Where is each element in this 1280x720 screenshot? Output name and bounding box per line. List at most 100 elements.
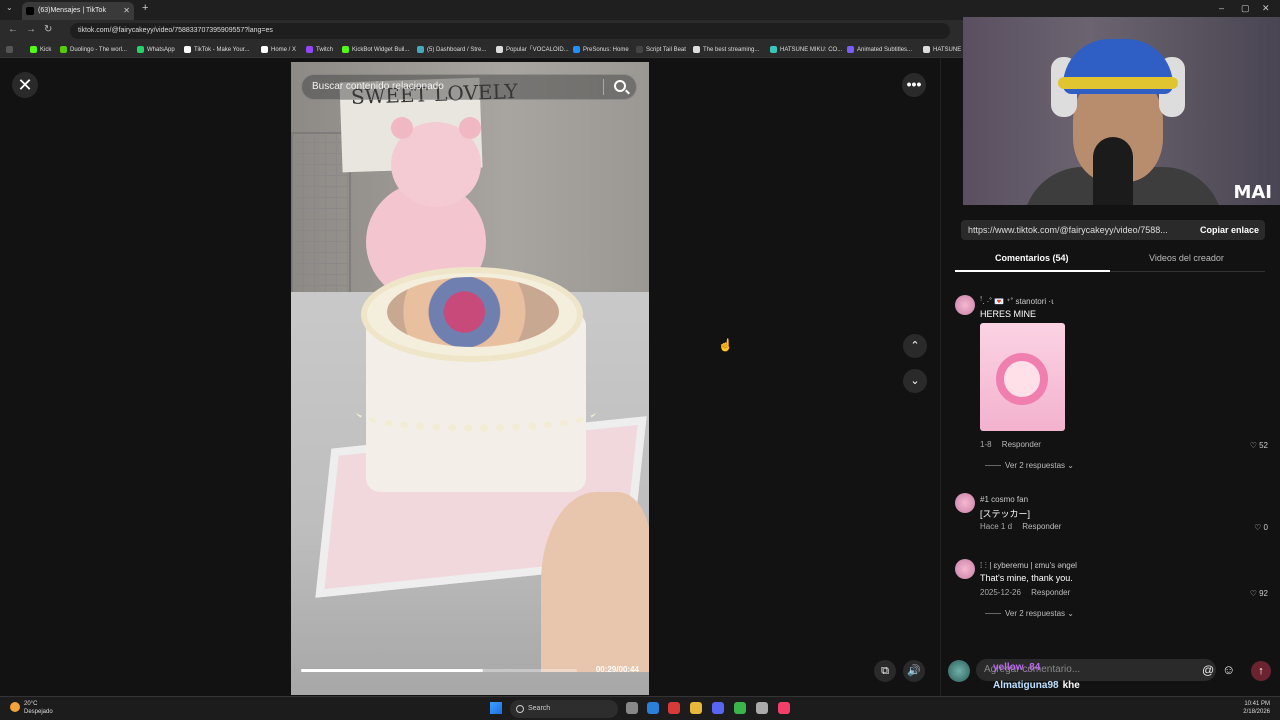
comment-username[interactable]: #1 cosmo fan: [980, 495, 1028, 504]
comment-username[interactable]: ⁞ ⵗ | ɛyberemu | ɛmu's ǝngel: [980, 561, 1077, 570]
reload-icon[interactable]: ↻: [44, 24, 52, 35]
webcam-overlay: MAI: [963, 17, 1280, 205]
close-window-icon[interactable]: ✕: [1262, 3, 1270, 14]
comment-meta: Hace 1 d Responder: [980, 522, 1061, 531]
search-icon[interactable]: [614, 80, 626, 92]
tab-search-icon[interactable]: ⌄: [6, 3, 13, 12]
stream-chat-text: khe: [1062, 680, 1080, 691]
bookmark-item[interactable]: The best streaming...: [693, 44, 759, 56]
new-tab-icon[interactable]: +: [142, 2, 148, 14]
forward-icon[interactable]: →: [26, 24, 36, 35]
reply-button[interactable]: Responder: [1022, 522, 1061, 531]
bookmark-item[interactable]: Popular「VOCALOID...: [496, 44, 569, 56]
reply-button[interactable]: Responder: [1031, 588, 1070, 597]
tab-title: (63)Mensajes | TikTok: [38, 7, 106, 14]
bookmark-item[interactable]: Twitch: [306, 44, 333, 56]
url-field[interactable]: tiktok.com/@fairycakeyy/video/7588337073…: [70, 23, 950, 39]
comment-text: [ステッカー]: [980, 509, 1031, 519]
video-progress-bar[interactable]: [301, 669, 577, 672]
like-count: 52: [1259, 441, 1268, 450]
avatar[interactable]: [955, 493, 975, 513]
emoji-icon[interactable]: ☺: [1222, 662, 1235, 677]
discord-icon[interactable]: [712, 702, 724, 714]
start-icon[interactable]: [490, 702, 502, 714]
task-view-icon[interactable]: [626, 702, 638, 714]
weather-widget[interactable]: 20°C Despejado: [10, 700, 53, 716]
comment-item: ꜝ. ·˚ 💌 ⁺˚ stanotori ·ꙇ HERES MINE 1-8 R…: [955, 295, 1270, 475]
comment-sticker-image[interactable]: [980, 323, 1065, 431]
plush-pig-ear: [459, 117, 481, 139]
anime-face: [996, 353, 1048, 405]
comment-text: HERES MINE: [980, 309, 1037, 319]
video-progress-fill: [301, 669, 484, 672]
comment-text: That's mine, thank you.: [980, 573, 1073, 583]
bookmark-item[interactable]: (5) Dashboard / Stre...: [417, 44, 486, 56]
like-count: 92: [1259, 589, 1268, 598]
active-tab-indicator: [955, 270, 1110, 272]
reply-button[interactable]: Responder: [1002, 440, 1041, 449]
close-video-button[interactable]: ✕: [12, 72, 38, 98]
previous-video-button[interactable]: ⌃: [903, 334, 927, 358]
view-replies-button[interactable]: Ver 2 respuestas ⌄: [985, 461, 1074, 470]
edge-icon[interactable]: [647, 702, 659, 714]
bookmark-item[interactable]: Home / X: [261, 44, 296, 56]
cake-frill: [356, 392, 596, 432]
view-replies-button[interactable]: Ver 2 respuestas ⌄: [985, 609, 1074, 618]
like-button[interactable]: ♡ 52: [1250, 441, 1268, 450]
webcam-microphone: [1093, 137, 1133, 205]
related-search-input[interactable]: Buscar contenido relacionado: [301, 74, 637, 100]
taskbar-search[interactable]: Search: [510, 700, 618, 718]
close-tab-icon[interactable]: ✕: [123, 2, 130, 20]
panel-tabs: Comentarios (54) Videos del creador: [955, 250, 1265, 272]
like-button[interactable]: ♡ 92: [1250, 589, 1268, 598]
browser-tab-tiktok[interactable]: (63)Mensajes | TikTok ✕: [22, 2, 134, 20]
bookmark-item[interactable]: WhatsApp: [137, 44, 175, 56]
clock-time: 10:41 PM: [1244, 701, 1270, 707]
avatar[interactable]: [955, 295, 975, 315]
bookmark-item[interactable]: Animated Subtitles...: [847, 44, 912, 56]
chrome-icon[interactable]: [734, 702, 746, 714]
weather-desc: Despejado: [24, 709, 53, 715]
windows-taskbar: 20°C Despejado Search 10:41 PM 2/18/2026: [0, 696, 1280, 720]
bookmark-item[interactable]: PreSonus: Home: [573, 44, 629, 56]
tab-creator-videos[interactable]: Videos del creador: [1149, 253, 1224, 263]
mention-icon[interactable]: @: [1202, 663, 1214, 677]
send-comment-button[interactable]: ↑: [1251, 661, 1271, 681]
share-link-text[interactable]: https://www.tiktok.com/@fairycakeyy/vide…: [968, 220, 1178, 240]
next-video-button[interactable]: ⌄: [903, 369, 927, 393]
picture-in-picture-button[interactable]: ⧉: [874, 660, 896, 682]
more-options-button[interactable]: •••: [902, 73, 926, 97]
bookmark-item[interactable]: Duolingo - The worl...: [60, 44, 127, 56]
bookmark-item[interactable]: Kick: [30, 44, 51, 56]
share-link-box: https://www.tiktok.com/@fairycakeyy/vide…: [961, 220, 1265, 240]
video-player[interactable]: SWEET LOVELY Buscar contenido relacionad…: [291, 62, 649, 695]
stream-chat-username: yellow_84: [993, 662, 1041, 673]
minimize-icon[interactable]: –: [1219, 3, 1224, 13]
avatar[interactable]: [955, 559, 975, 579]
bookmark-item[interactable]: KickBot Widget Buil...: [342, 44, 409, 56]
volume-button[interactable]: 🔊: [903, 660, 925, 682]
like-button[interactable]: ♡ 0: [1254, 523, 1268, 532]
bookmark-item[interactable]: Script Tail Beat: [636, 44, 686, 56]
tab-comments[interactable]: Comentarios (54): [995, 253, 1069, 263]
streamer-logo: MAI: [1233, 182, 1272, 203]
stream-chat-message: Almatiguna98 khe: [993, 680, 1080, 691]
bookmark-item[interactable]: TikTok - Make Your...: [184, 44, 249, 56]
app-icon[interactable]: [668, 702, 680, 714]
back-icon[interactable]: ←: [8, 24, 18, 35]
bookmark-item[interactable]: HATSUNE: [923, 44, 961, 56]
comment-date: 1-8: [980, 440, 992, 449]
stream-chat-name: Almatiguna98: [993, 680, 1059, 691]
copy-link-button[interactable]: Copiar enlace: [1200, 220, 1259, 240]
system-clock[interactable]: 10:41 PM 2/18/2026: [1243, 700, 1270, 716]
search-divider: [603, 79, 604, 95]
music-icon[interactable]: [778, 702, 790, 714]
comment-date: 2025-12-26: [980, 588, 1021, 597]
settings-icon[interactable]: [756, 702, 768, 714]
bookmark-item[interactable]: HATSUNE MIKU: CO...: [770, 44, 842, 56]
cake-anime-image: [387, 277, 559, 347]
comment-username[interactable]: ꜝ. ·˚ 💌 ⁺˚ stanotori ·ꙇ: [980, 297, 1054, 306]
file-explorer-icon[interactable]: [690, 702, 702, 714]
related-search-placeholder: Buscar contenido relacionado: [312, 81, 444, 92]
maximize-icon[interactable]: ▢: [1241, 3, 1250, 14]
